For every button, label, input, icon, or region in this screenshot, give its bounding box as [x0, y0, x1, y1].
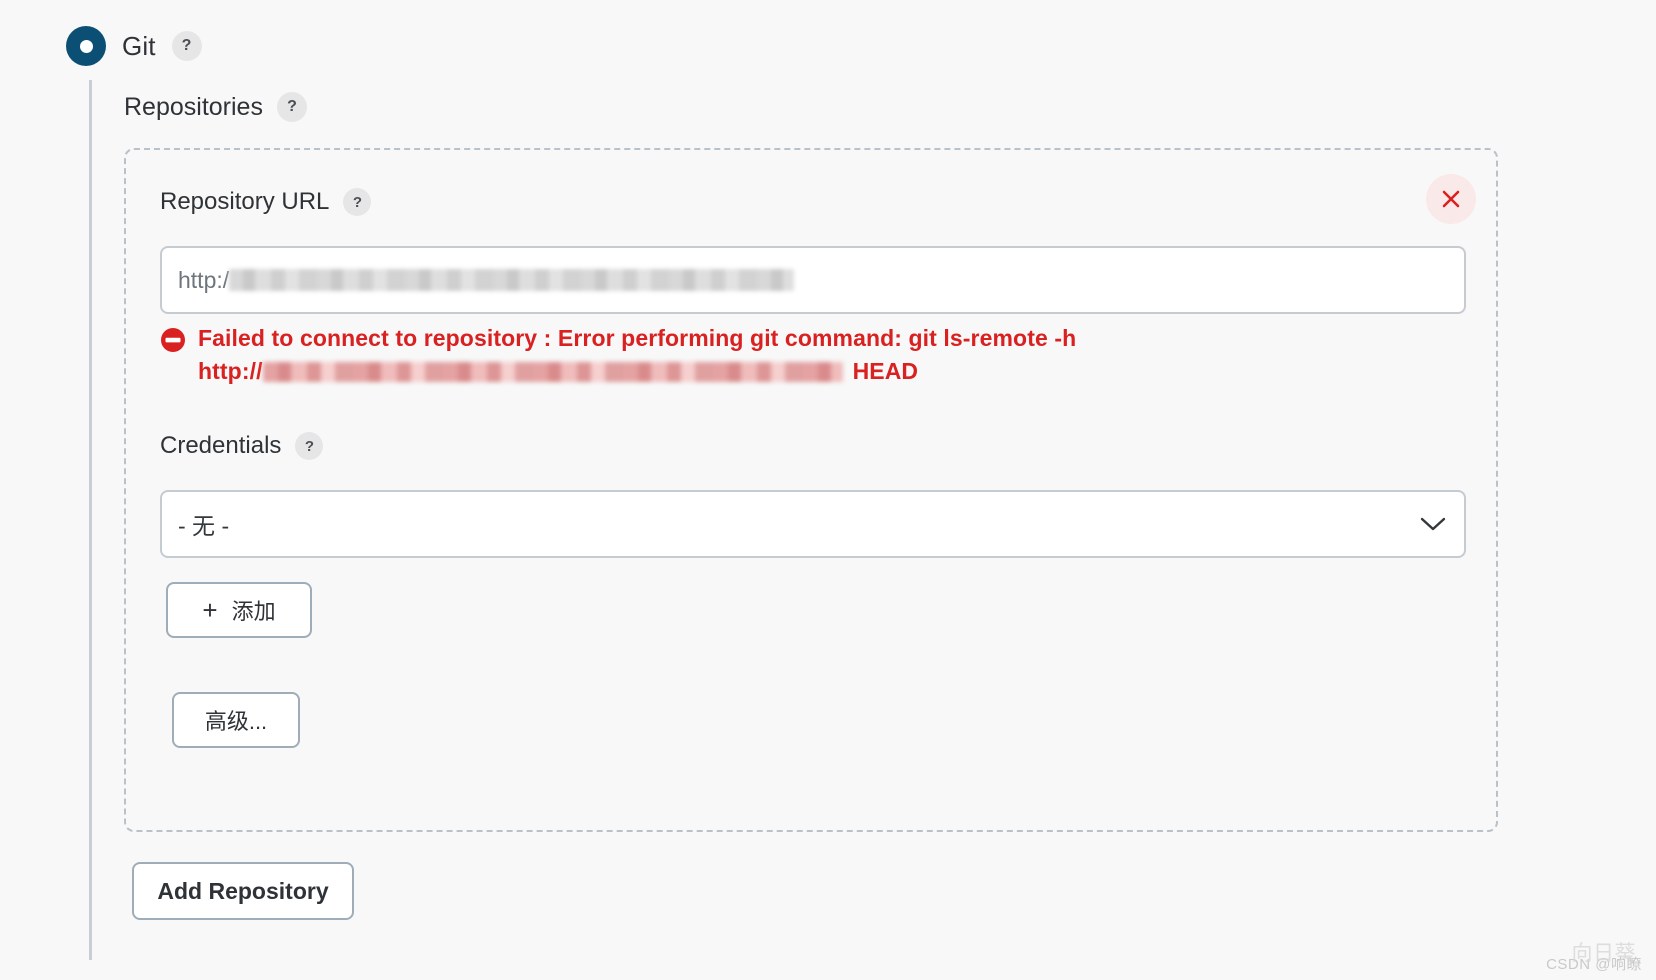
repository-url-error: Failed to connect to repository : Error … — [160, 322, 1460, 388]
scm-option-git[interactable]: Git ? — [66, 26, 202, 66]
repository-url-redaction — [229, 269, 795, 291]
repository-url-input[interactable]: http:/ — [160, 246, 1466, 314]
help-icon-repository-url[interactable]: ? — [343, 188, 372, 216]
close-repository-button[interactable] — [1426, 174, 1476, 224]
chevron-down-icon — [1420, 517, 1446, 531]
error-line-2: http:// HEAD — [198, 355, 1076, 388]
radio-git-dot — [79, 39, 93, 53]
help-icon-credentials[interactable]: ? — [295, 432, 324, 460]
scm-option-label: Git — [122, 30, 156, 61]
repository-url-value: http:/ — [178, 266, 230, 293]
error-line-2-suffix: HEAD — [852, 358, 919, 384]
plus-icon: + — [202, 595, 218, 625]
credentials-select[interactable]: - 无 - — [160, 490, 1466, 558]
repository-url-error-text: Failed to connect to repository : Error … — [198, 322, 1076, 388]
repository-panel: Repository URL ? http:/ Failed to connec… — [124, 148, 1498, 832]
error-circle-icon — [161, 328, 185, 352]
add-repository-label: Add Repository — [157, 877, 329, 904]
add-credential-label: 添加 — [231, 599, 276, 624]
help-icon-git[interactable]: ? — [171, 31, 202, 61]
credentials-label: Credentials — [160, 432, 282, 459]
credentials-label-row: Credentials ? — [160, 432, 324, 460]
scm-configuration-page: Git ? Repositories ? Repository URL ? ht… — [0, 0, 1656, 980]
add-credential-button[interactable]: + 添加 — [166, 582, 312, 638]
repositories-header: Repositories ? — [124, 92, 307, 122]
error-line-1: Failed to connect to repository : Error … — [198, 325, 1077, 351]
repositories-title: Repositories — [124, 92, 263, 121]
close-icon — [1442, 190, 1460, 208]
repository-url-label: Repository URL — [160, 188, 330, 215]
section-guide-line — [89, 80, 92, 960]
watermark: CSDN @响瞭 向日葵 — [1546, 942, 1642, 974]
credentials-selected-value: - 无 - — [178, 513, 230, 539]
repository-url-label-row: Repository URL ? — [160, 188, 372, 216]
add-repository-button[interactable]: Add Repository — [132, 862, 354, 920]
advanced-button-label: 高级... — [204, 709, 268, 734]
error-line-2-prefix: http:// — [198, 358, 263, 384]
radio-git[interactable] — [66, 26, 106, 66]
help-icon-repositories[interactable]: ? — [276, 92, 307, 122]
watermark-overlay: 向日葵 — [1571, 942, 1636, 965]
advanced-button[interactable]: 高级... — [172, 692, 300, 748]
error-line-2-redaction — [262, 361, 843, 382]
